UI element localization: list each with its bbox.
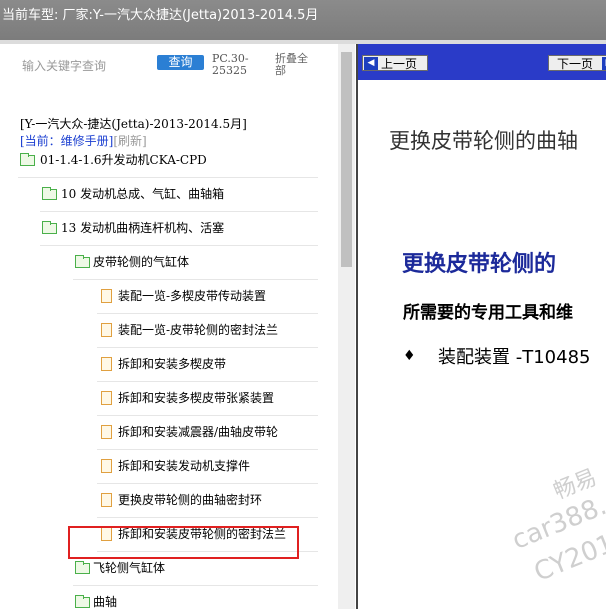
document-icon: [101, 425, 112, 439]
collapse-all-button[interactable]: 折叠全部: [275, 53, 315, 77]
folder-icon: [42, 221, 57, 234]
document-icon: [101, 493, 112, 507]
search-button[interactable]: 查询: [157, 55, 204, 70]
tree-node-label: 装配一览-多楔皮带传动装置: [118, 289, 267, 303]
tree-node[interactable]: 拆卸和安装减震器/曲轴皮带轮: [97, 416, 318, 450]
tree-node[interactable]: 曲轴: [73, 586, 318, 609]
arrow-right-icon: ▶: [602, 57, 606, 70]
breadcrumb-model: [Y-一汽大众-捷达(Jetta)-2013-2014.5月]: [20, 117, 247, 131]
left-panel: 查询 PC.30-25325 折叠全部 [Y-一汽大众-捷达(Jetta)-20…: [0, 44, 356, 609]
document-icon: [101, 459, 112, 473]
folder-icon: [75, 561, 90, 574]
document-icon: [101, 391, 112, 405]
document-content: 更换皮带轮侧的曲轴 更换皮带轮侧的 所需要的专用工具和维 ♦ 装配装置 -T10…: [358, 80, 606, 609]
tree-node[interactable]: 01-1.4-1.6升发动机CKA-CPD: [18, 144, 318, 178]
nav-bar: ◀ 上一页 下一页 ▶: [358, 44, 606, 80]
tree-node[interactable]: 拆卸和安装多楔皮带张紧装置: [97, 382, 318, 416]
tree-node-label: 拆卸和安装多楔皮带: [118, 357, 227, 371]
search-input[interactable]: [20, 56, 154, 76]
scrollbar-thumb[interactable]: [341, 52, 352, 267]
tree-node[interactable]: 皮带轮侧的气缸体: [73, 246, 318, 280]
document-heading: 更换皮带轮侧的: [402, 251, 557, 277]
tree-node[interactable]: 装配一览-多楔皮带传动装置: [97, 280, 318, 314]
tree-node-label: 装配一览-皮带轮侧的密封法兰: [118, 323, 279, 337]
pc-code: PC.30-25325: [212, 52, 249, 77]
bullet-icon: ♦: [403, 348, 416, 364]
folder-icon: [20, 153, 35, 166]
tree-node-label: 拆卸和安装减震器/曲轴皮带轮: [118, 425, 279, 439]
search-row: 查询 PC.30-25325 折叠全部: [0, 44, 340, 94]
next-page-button[interactable]: 下一页 ▶: [548, 55, 606, 71]
folder-icon: [75, 255, 90, 268]
current-car-label: 当前车型: 厂家:Y-一汽大众捷达(Jetta)2013-2014.5月: [2, 8, 319, 23]
document-title: 更换皮带轮侧的曲轴: [389, 129, 578, 153]
prev-page-label: 上一页: [381, 57, 418, 71]
tree-node-label: 皮带轮侧的气缸体: [93, 255, 190, 269]
tree-node[interactable]: 10 发动机总成、气缸、曲轴箱: [40, 178, 318, 212]
tree-node-label: 13 发动机曲柄连杆机构、活塞: [61, 221, 225, 235]
tree-node-label: 曲轴: [93, 595, 118, 609]
prev-page-button[interactable]: ◀ 上一页: [362, 55, 428, 71]
tree-node[interactable]: 拆卸和安装多楔皮带: [97, 348, 318, 382]
selection-highlight: [68, 526, 299, 559]
document-subheading: 所需要的专用工具和维: [403, 303, 573, 323]
document-icon: [101, 323, 112, 337]
tree-node-label: 10 发动机总成、气缸、曲轴箱: [61, 187, 225, 201]
folder-icon: [42, 187, 57, 200]
folder-icon: [75, 595, 90, 608]
next-page-label: 下一页: [557, 57, 594, 71]
tree-node-label: 更换皮带轮侧的曲轴密封环: [118, 493, 263, 507]
document-icon: [101, 357, 112, 371]
tree-node[interactable]: 13 发动机曲柄连杆机构、活塞: [40, 212, 318, 246]
tree-node-label: 拆卸和安装发动机支撑件: [118, 459, 251, 473]
title-bar: 当前车型: 厂家:Y-一汽大众捷达(Jetta)2013-2014.5月: [0, 0, 606, 40]
document-list-item: 装配装置 -T10485: [438, 347, 591, 368]
document-icon: [101, 289, 112, 303]
tree-node[interactable]: 装配一览-皮带轮侧的密封法兰: [97, 314, 318, 348]
tree-node-label: 01-1.4-1.6升发动机CKA-CPD: [40, 153, 207, 167]
tree-node[interactable]: 拆卸和安装发动机支撑件: [97, 450, 318, 484]
tree-node-label: 拆卸和安装多楔皮带张紧装置: [118, 391, 275, 405]
document-panel: ◀ 上一页 下一页 ▶ 更换皮带轮侧的曲轴 更换皮带轮侧的 所需要的专用工具和维…: [356, 44, 606, 609]
arrow-left-icon: ◀: [364, 57, 378, 70]
tree-node-selected[interactable]: 更换皮带轮侧的曲轴密封环: [97, 484, 318, 518]
